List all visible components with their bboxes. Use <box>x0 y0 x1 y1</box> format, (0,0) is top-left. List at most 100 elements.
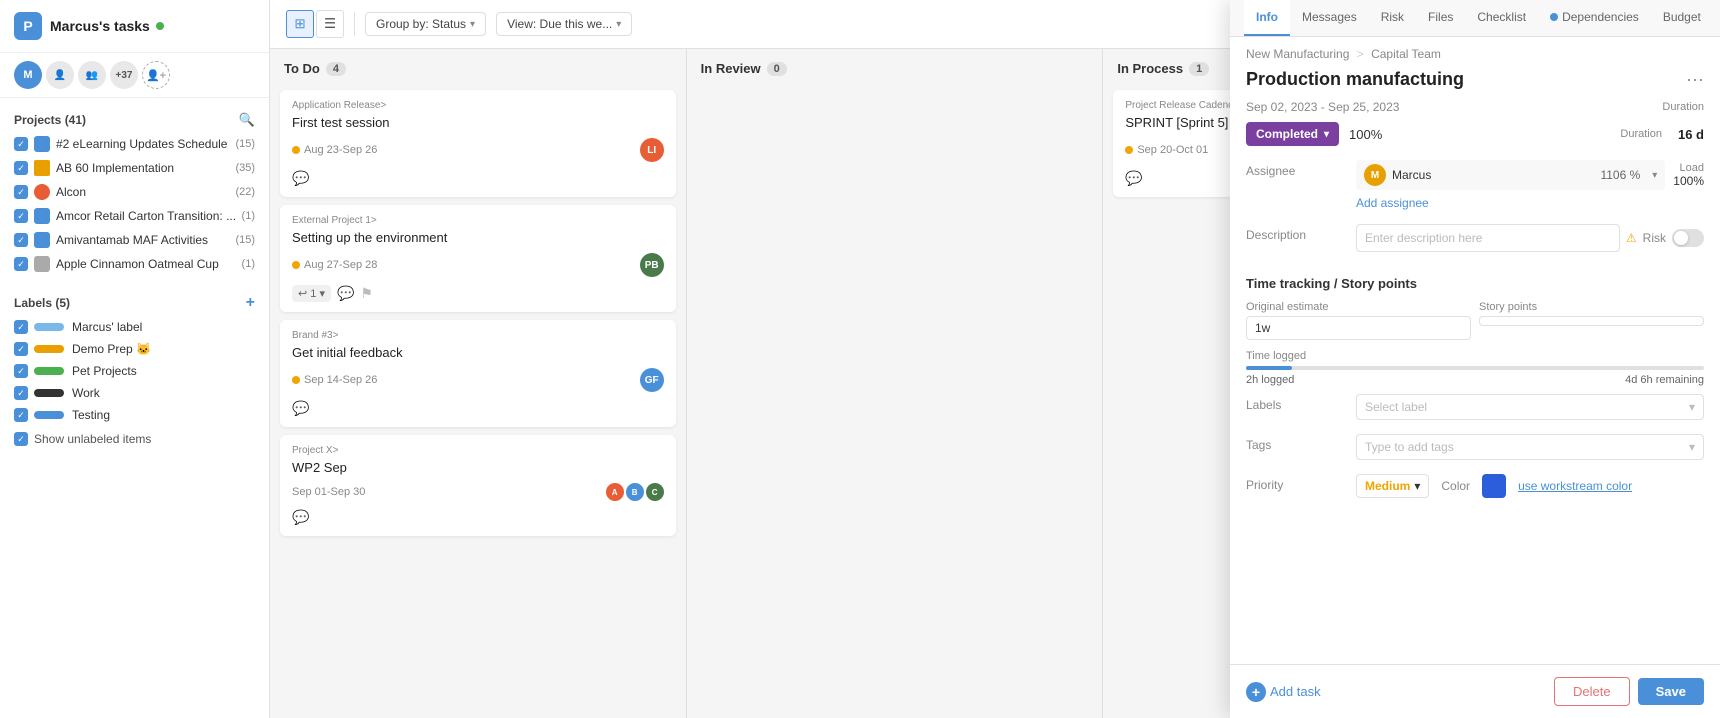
label-item-3[interactable]: Pet Projects <box>14 360 255 382</box>
project-count-2: (35) <box>235 162 255 174</box>
label-checkbox-5[interactable] <box>14 408 28 422</box>
label-checkbox-1[interactable] <box>14 320 28 334</box>
risk-toggle[interactable] <box>1672 229 1704 247</box>
label-item-4[interactable]: Work <box>14 382 255 404</box>
breadcrumb-child[interactable]: Capital Team <box>1371 47 1441 61</box>
project-item-4[interactable]: Amcor Retail Carton Transition: ... (1) <box>14 204 255 228</box>
card-wp2-sep[interactable]: Project X> WP2 Sep Sep 01-Sep 30 A B C <box>280 435 676 536</box>
tab-messages[interactable]: Messages <box>1290 0 1369 36</box>
toolbar-separator <box>354 12 355 36</box>
use-workstream-link[interactable]: use workstream color <box>1518 479 1632 493</box>
label-item-1[interactable]: Marcus' label <box>14 316 255 338</box>
label-item-2[interactable]: Demo Prep 🐱 <box>14 338 255 360</box>
panel-dates: Sep 02, 2023 - Sep 25, 2023 <box>1246 100 1399 114</box>
comment-icon-1[interactable]: 💬 <box>292 170 309 187</box>
project-item-6[interactable]: Apple Cinnamon Oatmeal Cup (1) <box>14 252 255 276</box>
online-indicator <box>156 22 164 30</box>
original-estimate-field: Original estimate 1w <box>1246 301 1471 340</box>
project-icon-1 <box>34 136 50 152</box>
label-checkbox-2[interactable] <box>14 342 28 356</box>
project-checkbox-2[interactable] <box>14 161 28 175</box>
story-points-label: Story points <box>1479 301 1704 313</box>
tab-files[interactable]: Files <box>1416 0 1465 36</box>
risk-warning-icon: ⚠ <box>1626 231 1637 245</box>
description-field-label: Description <box>1246 224 1356 242</box>
project-item-5[interactable]: Amivantamab MAF Activities (15) <box>14 228 255 252</box>
tab-info[interactable]: Info <box>1244 0 1290 36</box>
description-input[interactable]: Enter description here <box>1356 224 1620 252</box>
breadcrumb-parent[interactable]: New Manufacturing <box>1246 47 1349 61</box>
date-dot-2 <box>292 261 300 269</box>
label-item-5[interactable]: Testing <box>14 404 255 426</box>
tab-risk[interactable]: Risk <box>1369 0 1416 36</box>
tab-budget[interactable]: Budget <box>1651 0 1713 36</box>
tags-placeholder: Type to add tags <box>1365 440 1454 454</box>
projects-search-icon[interactable]: 🔍 <box>239 112 255 128</box>
list-view-button[interactable]: ☰ <box>316 10 344 38</box>
card-setup-env[interactable]: External Project 1> Setting up the envir… <box>280 205 676 312</box>
status-button[interactable]: Completed ▾ <box>1246 122 1339 146</box>
tags-input[interactable]: Type to add tags ▾ <box>1356 434 1704 460</box>
remaining-value: 4d 6h remaining <box>1625 374 1704 386</box>
project-item-3[interactable]: Alcon (22) <box>14 180 255 204</box>
view-by-dropdown[interactable]: View: Due this we... ▾ <box>496 12 632 36</box>
flag-icon-2[interactable]: ⚑ <box>360 285 373 302</box>
project-item-1[interactable]: #2 eLearning Updates Schedule (15) <box>14 132 255 156</box>
show-unlabeled-item[interactable]: Show unlabeled items <box>14 426 255 452</box>
labels-select[interactable]: Select label ▾ <box>1356 394 1704 420</box>
priority-field-row: Priority Medium ▾ Color use workstream c… <box>1246 474 1704 498</box>
comment-icon-sprint[interactable]: 💬 <box>1125 170 1142 187</box>
labels-dropdown-icon: ▾ <box>1689 400 1695 414</box>
add-label-button[interactable]: + <box>246 294 255 312</box>
card-first-test[interactable]: Application Release> First test session … <box>280 90 676 197</box>
tags-field-row: Tags Type to add tags ▾ <box>1246 434 1704 460</box>
add-task-button[interactable]: + Add task <box>1246 682 1321 702</box>
group-by-dropdown[interactable]: Group by: Status ▾ <box>365 12 486 36</box>
column-cards-review <box>687 84 1103 718</box>
view-by-label: View: Due this we... <box>507 17 612 31</box>
card-get-feedback[interactable]: Brand #3> Get initial feedback Sep 14-Se… <box>280 320 676 427</box>
add-task-label: Add task <box>1270 684 1321 699</box>
app-title: Marcus's tasks <box>50 18 150 34</box>
tab-dependencies[interactable]: Dependencies <box>1538 0 1651 36</box>
save-button[interactable]: Save <box>1638 678 1704 705</box>
card-actions-3: 💬 <box>292 400 664 417</box>
project-checkbox-1[interactable] <box>14 137 28 151</box>
card-actions-2: ↩ 1 ▾ 💬 ⚑ <box>292 285 664 302</box>
original-estimate-input[interactable]: 1w <box>1246 316 1471 340</box>
add-member-button[interactable]: 👤+ <box>142 61 170 89</box>
add-assignee-link[interactable]: Add assignee <box>1356 196 1429 210</box>
label-checkbox-4[interactable] <box>14 386 28 400</box>
project-item-2[interactable]: AB 60 Implementation (35) <box>14 156 255 180</box>
comment-icon-4[interactable]: 💬 <box>292 509 309 526</box>
comment-icon-2[interactable]: 💬 <box>337 285 354 302</box>
card-sub-2[interactable]: ↩ 1 ▾ <box>292 285 331 302</box>
user-avatar: M <box>14 61 42 89</box>
label-name-4: Work <box>72 386 100 400</box>
comment-icon-3[interactable]: 💬 <box>292 400 309 417</box>
color-swatch[interactable] <box>1482 474 1506 498</box>
priority-dropdown[interactable]: Medium ▾ <box>1356 474 1429 498</box>
delete-button[interactable]: Delete <box>1554 677 1630 706</box>
tab-logs[interactable]: Logs <box>1713 0 1720 36</box>
label-checkbox-3[interactable] <box>14 364 28 378</box>
panel-menu-button[interactable]: ··· <box>1686 69 1704 90</box>
project-checkbox-3[interactable] <box>14 185 28 199</box>
board-view-button[interactable]: ⊞ <box>286 10 314 38</box>
project-checkbox-5[interactable] <box>14 233 28 247</box>
project-checkbox-6[interactable] <box>14 257 28 271</box>
project-checkbox-4[interactable] <box>14 209 28 223</box>
date-dot-3 <box>292 376 300 384</box>
time-progress-fill <box>1246 366 1292 370</box>
unlabeled-checkbox[interactable] <box>14 432 28 446</box>
card-date-4: Sep 01-Sep 30 <box>292 486 365 498</box>
load-value: 100% <box>1673 174 1704 188</box>
labels-section-title: Labels (5) <box>14 296 246 310</box>
card-date-2: Aug 27-Sep 28 <box>292 259 377 271</box>
story-points-input[interactable] <box>1479 316 1704 326</box>
assignee-dropdown-icon[interactable]: ▾ <box>1652 170 1657 181</box>
tab-checklist[interactable]: Checklist <box>1465 0 1538 36</box>
assignee-name: Marcus <box>1392 168 1594 182</box>
group-by-label: Group by: Status <box>376 17 466 31</box>
projects-section-title: Projects (41) <box>14 113 86 127</box>
